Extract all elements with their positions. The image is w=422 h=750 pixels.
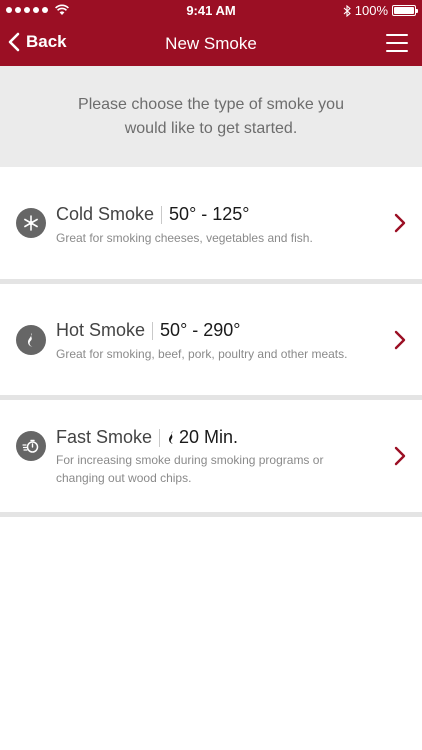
- status-bar: 9:41 AM 100%: [0, 0, 422, 22]
- separator: [0, 512, 422, 517]
- title-divider: [161, 205, 163, 224]
- option-fast-smoke[interactable]: Fast Smoke 20 Min. For increasing smoke …: [0, 400, 422, 511]
- option-hot-smoke[interactable]: Hot Smoke 50° - 290° Great for smoking, …: [0, 284, 422, 395]
- chevron-right-icon: [394, 446, 406, 466]
- back-label: Back: [26, 32, 67, 51]
- option-name: Cold Smoke: [56, 204, 155, 224]
- bluetooth-icon: [343, 4, 351, 17]
- option-description: Great for smoking cheeses, vegetables an…: [56, 231, 313, 245]
- option-name: Hot Smoke: [56, 320, 146, 340]
- option-cold-smoke[interactable]: Cold Smoke 50° - 125° Great for smoking …: [0, 168, 422, 279]
- flame-icon: [16, 325, 46, 355]
- temperature-range: 50° - 290°: [160, 320, 241, 340]
- hamburger-line: [386, 50, 408, 52]
- option-description: Great for smoking, beef, pork, poultry a…: [56, 347, 348, 361]
- battery-icon: [392, 5, 418, 16]
- temperature-range: 50° - 125°: [169, 204, 250, 224]
- chevron-right-icon: [394, 330, 406, 350]
- hamburger-line: [386, 34, 408, 36]
- battery-percentage: 100%: [354, 3, 388, 18]
- option-description: For increasing smoke during smoking prog…: [56, 453, 324, 485]
- intro-banner: Please choose the type of smoke you woul…: [0, 66, 422, 167]
- title-divider: [159, 428, 161, 447]
- duration: 20 Min.: [179, 427, 239, 447]
- option-name: Fast Smoke: [56, 427, 153, 447]
- chevron-right-icon: [394, 213, 406, 233]
- hamburger-line: [386, 42, 408, 44]
- chevron-left-icon: [8, 32, 20, 52]
- flame-icon: [169, 431, 174, 444]
- back-button[interactable]: Back: [8, 32, 67, 52]
- intro-text: Please choose the type of smoke you woul…: [78, 95, 344, 137]
- navigation-bar: Back New Smoke: [0, 22, 422, 66]
- title-divider: [152, 321, 154, 340]
- snowflake-icon: [16, 208, 46, 238]
- fast-timer-icon: [16, 431, 46, 461]
- menu-button[interactable]: [386, 34, 408, 54]
